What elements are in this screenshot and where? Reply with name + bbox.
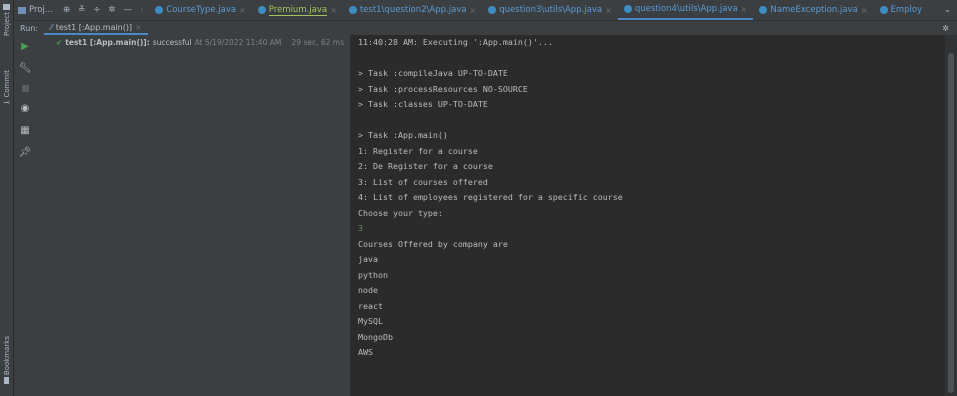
settings-gear-icon[interactable]: ✲ <box>942 24 957 33</box>
bookmarks-tool-tab[interactable]: Bookmarks <box>0 336 13 385</box>
run-item-status: successful <box>152 37 192 47</box>
bookmarks-tab-label: Bookmarks <box>2 336 11 376</box>
class-icon <box>257 6 266 14</box>
console-line: python <box>358 269 388 280</box>
console-line: > Task :App.main() <box>358 130 448 140</box>
project-tab-label: Project <box>2 12 11 36</box>
run-item-name: test1 [:App.main()]: <box>65 37 150 47</box>
scroll-left-icon[interactable]: ‹ <box>140 5 143 15</box>
tabs-dropdown-icon[interactable]: ⌄ <box>938 5 957 15</box>
project-tool-tab[interactable]: Project <box>0 4 13 36</box>
console-line: node <box>358 285 378 295</box>
close-icon[interactable]: × <box>330 6 337 15</box>
console-line: 4: List of employees registered for a sp… <box>358 192 623 202</box>
tab-question3-app[interactable]: question3\utils\App.java × <box>482 0 618 20</box>
tab-question4-app[interactable]: question4\utils\App.java × <box>617 0 754 20</box>
commit-tool-tab[interactable]: Commit ⊸ <box>0 70 13 107</box>
rerun-icon[interactable]: ▶ <box>21 41 29 52</box>
console-line: react <box>358 300 383 311</box>
console-line: 11:40:28 AM: Executing ':App.main()'... <box>358 37 553 47</box>
console-line: Choose your type: <box>358 207 443 218</box>
run-tab-label: test1 [:App.main()] <box>55 22 133 32</box>
close-icon[interactable]: × <box>239 6 246 15</box>
tab-label: question3\utils\App.java <box>499 5 603 15</box>
console-line: 2: De Register for a course <box>358 161 493 171</box>
close-icon[interactable]: × <box>135 23 142 32</box>
commit-tab-label: Commit <box>2 70 11 98</box>
layout-icon[interactable]: ▦ <box>20 125 29 136</box>
run-item-duration: 29 sec, 62 ms <box>291 37 344 47</box>
folder-icon <box>3 4 10 10</box>
class-icon <box>759 6 768 14</box>
close-icon[interactable]: × <box>470 6 477 15</box>
gear-icon[interactable]: ✲ <box>108 5 115 15</box>
run-toolbar: ▶ 🔧︎ ◉ ▦ 📌︎ <box>14 35 36 396</box>
bookmark-icon <box>4 377 9 385</box>
tab-label: NameException.java <box>770 5 858 15</box>
close-icon[interactable]: × <box>741 5 748 14</box>
console-output[interactable]: 11:40:28 AM: Executing ':App.main()'... >… <box>351 35 945 396</box>
tab-label: test1\question2\App.java <box>359 5 467 15</box>
project-toolbar[interactable]: Proj... <box>14 5 57 15</box>
console-line: 3: List of courses offered <box>358 176 488 187</box>
toolbar-icons: ⊕ ≚ ÷ ✲ — ‹ <box>57 5 149 15</box>
tab-label: CourseType.java <box>166 5 237 15</box>
expand-icon[interactable]: ÷ <box>93 5 100 15</box>
left-tool-strip: Project Commit ⊸ Bookmarks <box>0 0 14 396</box>
close-icon[interactable]: × <box>605 6 612 15</box>
minimize-icon[interactable]: — <box>123 5 132 15</box>
console-line: Courses Offered by company are <box>358 238 508 249</box>
run-label: Run: <box>20 23 39 33</box>
run-config-icon: ⁄⁄ <box>50 22 53 32</box>
console-line: > Task :compileJava UP-TO-DATE <box>358 68 508 78</box>
tab-premium[interactable]: Premium.java × <box>252 0 343 20</box>
class-icon <box>879 6 888 14</box>
class-icon <box>623 5 632 13</box>
wrench-icon[interactable]: 🔧︎ <box>19 63 32 74</box>
console-line: MySQL <box>358 316 383 326</box>
project-view-icon <box>18 6 26 14</box>
run-tool-header: Run: ⁄⁄ test1 [:App.main()] × ✲ <box>14 21 957 35</box>
close-icon[interactable]: × <box>861 6 868 15</box>
target-icon[interactable]: ⊕ <box>63 5 70 15</box>
console-input-line: 3 <box>358 223 363 233</box>
console-line: 1: Register for a course <box>358 145 478 156</box>
commit-icon: ⊸ <box>3 97 10 107</box>
console-line: > Task :processResources NO-SOURCE <box>358 83 528 94</box>
console-line: > Task :classes UP-TO-DATE <box>358 99 488 109</box>
check-icon: ✔ <box>56 37 63 47</box>
scroll-icon[interactable]: ◉ <box>21 103 30 114</box>
stop-icon[interactable] <box>21 85 29 92</box>
tab-question2-app[interactable]: test1\question2\App.java × <box>343 0 482 20</box>
tab-employee[interactable]: Employ <box>874 0 929 20</box>
scrollbar-thumb[interactable] <box>948 53 954 393</box>
tab-label: Employ <box>890 5 923 15</box>
console-scrollbar[interactable] <box>945 35 957 396</box>
project-label: Proj... <box>29 5 53 15</box>
run-tree-panel: ✔ test1 [:App.main()]: successful At 5/1… <box>36 35 350 396</box>
tab-label: question4\utils\App.java <box>634 4 738 14</box>
tab-name-exception[interactable]: NameException.java × <box>753 0 873 20</box>
class-icon <box>488 6 497 14</box>
class-icon <box>155 6 164 14</box>
collapse-icon[interactable]: ≚ <box>78 5 85 15</box>
run-tree-item[interactable]: ✔ test1 [:App.main()]: successful At 5/1… <box>36 35 350 49</box>
tab-course-type[interactable]: CourseType.java × <box>149 0 251 20</box>
run-item-time: At 5/19/2022 11:40 AM <box>194 37 282 47</box>
tab-label: Premium.java <box>268 4 328 16</box>
console-line: java <box>358 254 378 264</box>
console-line: AWS <box>358 347 373 357</box>
console-line: MongoDb <box>358 331 393 342</box>
editor-tab-bar: Proj... ⊕ ≚ ÷ ✲ — ‹ CourseType.java × Pr… <box>14 0 957 21</box>
class-icon <box>348 6 357 14</box>
run-config-tab[interactable]: ⁄⁄ test1 [:App.main()] × <box>44 21 148 35</box>
pin-icon[interactable]: 📌︎ <box>19 147 32 158</box>
